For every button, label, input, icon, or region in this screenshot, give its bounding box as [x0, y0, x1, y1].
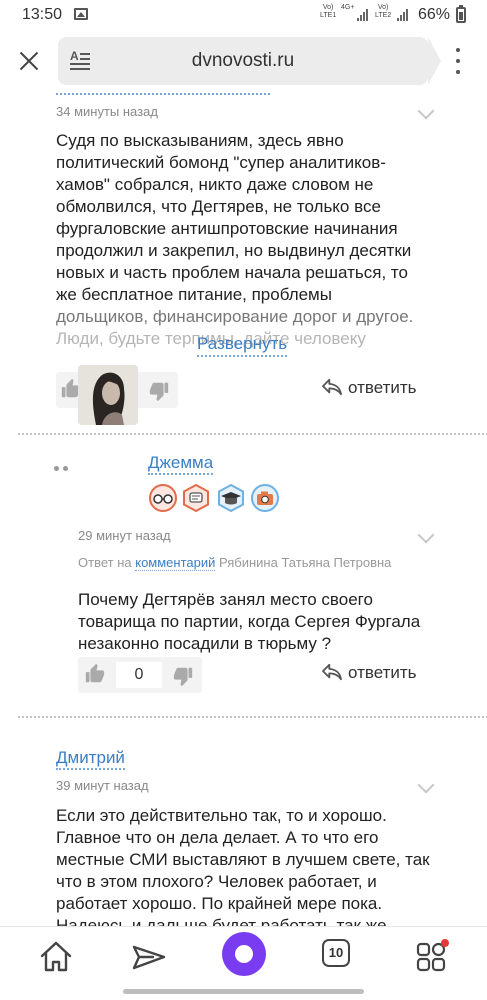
reply-icon[interactable] [321, 663, 343, 681]
status-bar: 13:50 Vo) LTE1 4G+ Vo) LTE2 66% [0, 0, 487, 30]
status-time: 13:50 [22, 6, 63, 23]
comment-line: Почему Дегтярёв занял место своего [78, 590, 373, 609]
comment-line: Судя по высказываниям, здесь явно [56, 131, 344, 150]
comment-divider [18, 716, 487, 718]
reply-to-author: Рябинина Татьяна Петровна [219, 555, 392, 570]
comment-badge-icon[interactable] [182, 484, 210, 512]
chevron-down-icon[interactable] [417, 102, 435, 120]
reply-button[interactable]: ответить [348, 378, 417, 398]
comment-line: новых и часть проблем начала решаться, т… [56, 263, 408, 282]
comment-line: Если это действительно так, то и хорошо. [56, 806, 387, 825]
reply-to-prefix: Ответ на [78, 555, 132, 570]
url-text[interactable]: dvnovosti.ru [58, 50, 428, 72]
thumbs-down-icon[interactable] [172, 665, 194, 687]
sim1-lte-label: LTE1 [320, 12, 337, 19]
glasses-badge-icon[interactable] [149, 484, 177, 512]
comment-line: же бесплатное питание, проблемы [56, 285, 332, 304]
sim2-indicator: Vo) LTE2 [375, 4, 391, 20]
comment-line: незаконно посадили в тюрьму ? [78, 634, 332, 653]
comment-line: политический бомонд "супер аналитиков- [56, 153, 386, 172]
avatar[interactable] [78, 365, 138, 425]
comment-line: дольщиков, финансирование дорог и другое… [56, 307, 414, 326]
photo-icon [74, 8, 88, 20]
alice-inner-circle [235, 945, 253, 963]
avatar-photo [78, 365, 138, 425]
address-bar[interactable]: A dvnovosti.ru [58, 37, 441, 85]
thumbs-up-icon[interactable] [84, 663, 106, 685]
comment-line: фургаловские антишпротовские начинания [56, 219, 398, 238]
sim2-vo-label: Vo) [377, 4, 389, 11]
send-icon[interactable] [129, 937, 169, 977]
author-name[interactable]: Джемма [148, 453, 214, 475]
more-vert-icon[interactable] [448, 44, 468, 78]
comment-divider [18, 433, 487, 435]
comment-line: местные СМИ выставляют в лучшем свете, т… [56, 850, 430, 869]
alice-icon[interactable] [222, 932, 266, 976]
chevron-down-icon[interactable] [417, 776, 435, 794]
comment-text: Судя по высказываниям, здесь явно полити… [56, 130, 476, 350]
vote-box: 0 [78, 657, 202, 693]
comment-line: что в этом плохого? Человек работает, и [56, 872, 377, 891]
battery-icon [456, 5, 466, 23]
comment-time: 29 минут назад [78, 528, 171, 543]
comment-line: Главное что он дела делает. А то что его [56, 828, 379, 847]
signal-icon [397, 9, 409, 21]
sim2-lte-label: LTE2 [375, 12, 392, 19]
comment-time: 34 минуты назад [56, 104, 158, 119]
battery-percent: 66% [418, 6, 451, 23]
graduate-cap-badge-icon[interactable] [217, 484, 245, 512]
author-name[interactable]: Дмитрий [56, 748, 125, 770]
comment-line: Надеюсь и дальше будет работать так же. [56, 916, 392, 926]
tabs-icon[interactable]: 10 [322, 939, 350, 967]
reply-to-comment-link[interactable]: комментарий [135, 555, 216, 571]
browser-toolbar: A dvnovosti.ru [0, 30, 487, 92]
close-icon[interactable] [14, 46, 44, 76]
comment-line: хамов" собрался, никто даже словом не [56, 175, 374, 194]
comment-line: обмолвился, что Дегтярев, не только все [56, 197, 381, 216]
signal-icon [357, 9, 369, 21]
network-gen-indicator: 4G+ [341, 4, 354, 12]
comment-text: Почему Дегтярёв занял место своего товар… [78, 589, 478, 655]
home-icon[interactable] [36, 937, 76, 977]
chevron-down-icon[interactable] [417, 526, 435, 544]
expand-link[interactable]: Развернуть [197, 334, 288, 357]
comments-feed: 34 минуты назад Судя по высказываниям, з… [0, 92, 487, 926]
comment-score: 0 [116, 662, 162, 688]
thumbs-down-icon[interactable] [148, 380, 170, 402]
reply-to-line: Ответ на комментарий Рябинина Татьяна Пе… [78, 555, 392, 571]
comment-text: Если это действительно так, то и хорошо.… [56, 805, 476, 926]
sim1-vo-label: Vo) [322, 4, 334, 11]
reply-button[interactable]: ответить [348, 663, 417, 683]
home-indicator [123, 989, 364, 994]
bottom-navigation: 10 [0, 926, 487, 1000]
network-gen-label: 4G+ [341, 4, 355, 11]
comment-line: продолжил и закрепил, но выдвинул десятк… [56, 241, 412, 260]
sim1-indicator: Vo) LTE1 [320, 4, 336, 20]
comment-time: 39 минут назад [56, 778, 149, 793]
camera-badge-icon[interactable] [251, 484, 279, 512]
reply-icon[interactable] [321, 378, 343, 396]
notification-dot [441, 939, 449, 947]
cut-link-underline [56, 92, 270, 95]
comment-line: работает хорошо. По крайней мере пока. [56, 894, 383, 913]
comment-line: товарища по партии, когда Сергея Фургала [78, 612, 421, 631]
